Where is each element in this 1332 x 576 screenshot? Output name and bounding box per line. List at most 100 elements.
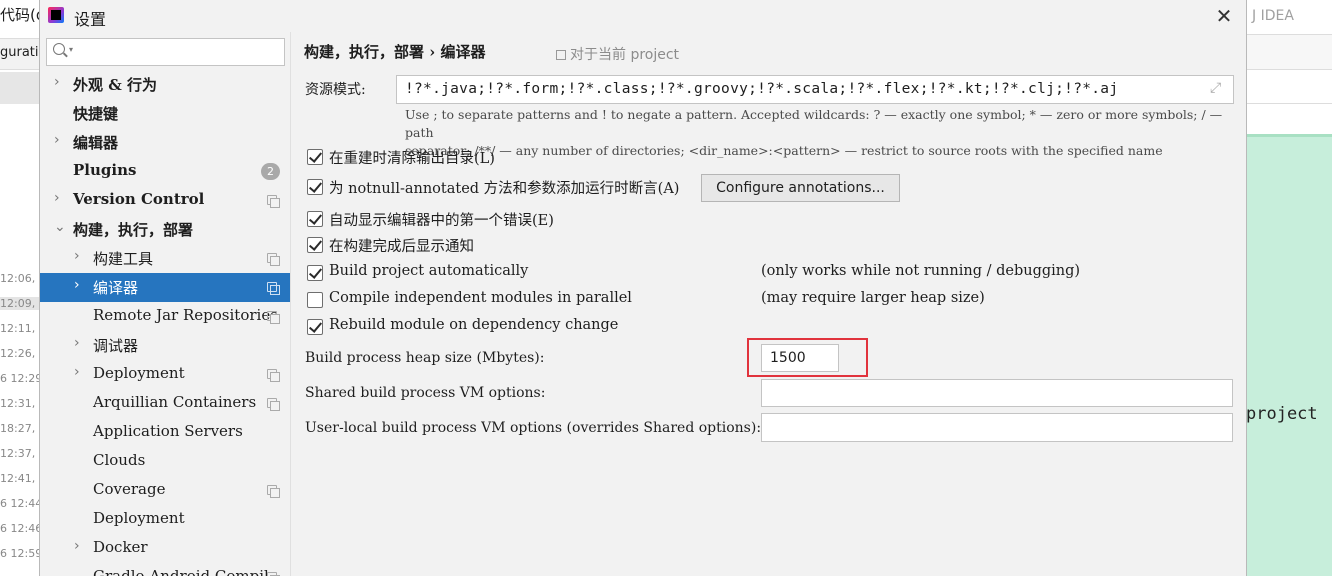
background-tab-text: 代码(d (0, 6, 39, 24)
configure-annotations-button[interactable]: Configure annotations... (701, 174, 900, 202)
project-scope-icon (267, 282, 280, 295)
background-timestamp: 12:41, 7 (0, 472, 39, 485)
sidebar-item-label: Plugins (73, 161, 137, 179)
sidebar-item[interactable]: Arquillian Containers (40, 389, 290, 418)
heap-size-label: Build process heap size (Mbytes): (305, 350, 545, 366)
sidebar-item[interactable]: ⌄ 构建，执行，部署 (40, 215, 290, 244)
background-timestamp: 6 12:59, (0, 547, 39, 560)
sidebar-item[interactable]: Clouds (40, 447, 290, 476)
project-scope-icon (267, 253, 280, 266)
settings-dialog: 设置 ✕ ▾ › 外观 & 行为 快捷键 › 编辑器 Plugins 2 › Version C… (39, 0, 1247, 576)
sidebar-item[interactable]: › 调试器 (40, 331, 290, 360)
sidebar-item[interactable]: Application Servers (40, 418, 290, 447)
checkbox-label: Rebuild module on dependency change (329, 317, 619, 333)
chevron-right-icon[interactable]: › (74, 248, 80, 264)
checkbox[interactable] (307, 319, 323, 335)
background-timestamp: 12:26, 1 (0, 347, 39, 360)
chevron-right-icon[interactable]: › (54, 190, 60, 206)
background-timestamp: 12:06, 4 (0, 272, 39, 285)
project-scope-icon (267, 369, 280, 382)
background-timestamp: 12:31, 9 (0, 397, 39, 410)
sidebar-item[interactable]: Gradle-Android Compil (40, 563, 290, 576)
checkbox[interactable] (307, 149, 323, 165)
local-vm-options-label: User-local build process VM options (ove… (305, 420, 762, 436)
chevron-right-icon[interactable]: › (74, 364, 80, 380)
sidebar-item-label: Application Servers (93, 422, 243, 440)
settings-sidebar: ▾ › 外观 & 行为 快捷键 › 编辑器 Plugins 2 › Version Contro… (40, 32, 291, 576)
sidebar-item[interactable]: › 编辑器 (40, 128, 290, 157)
heap-size-input[interactable]: 1500 (761, 344, 839, 372)
compiler-settings-panel: 构建，执行，部署 › 编译器 对于当前 project 资源模式: !?*.ja… (292, 32, 1246, 576)
sidebar-item[interactable]: Deployment (40, 505, 290, 534)
project-scope-icon (267, 311, 280, 324)
sidebar-item-label: Arquillian Containers (93, 393, 257, 411)
sidebar-item[interactable]: › 编译器 (40, 273, 290, 302)
chevron-right-icon[interactable]: › (54, 74, 60, 90)
checkbox-label: 在构建完成后显示通知 (329, 239, 474, 255)
dialog-title: 设置 (74, 10, 107, 29)
background-timestamp: 6 12:46, (0, 522, 39, 535)
chevron-right-icon[interactable]: › (54, 132, 60, 148)
background-toolbar (1246, 34, 1332, 70)
project-scope-icon (267, 572, 280, 576)
sidebar-item[interactable]: › 构建工具 (40, 244, 290, 273)
sidebar-item-label: 调试器 (93, 337, 139, 355)
sidebar-item[interactable]: › 外观 & 行为 (40, 70, 290, 99)
close-button[interactable]: ✕ (1210, 2, 1238, 30)
resource-patterns-input[interactable]: !?*.java;!?*.form;!?*.class;!?*.groovy;!… (396, 75, 1234, 104)
hint-line: Use ; to separate patterns and ! to nega… (405, 107, 1223, 140)
sidebar-item-label: 外观 & 行为 (73, 76, 157, 94)
chevron-right-icon[interactable]: › (74, 335, 80, 351)
shared-vm-options-label: Shared build process VM options: (305, 385, 546, 401)
chevron-right-icon[interactable]: › (74, 277, 80, 293)
checkbox-label: 自动显示编辑器中的第一个错误(E) (329, 213, 554, 229)
update-count-badge: 2 (261, 163, 280, 180)
sidebar-item[interactable]: › Deployment (40, 360, 290, 389)
option-note: (may require larger heap size) (761, 290, 985, 306)
breadcrumb: 构建，执行，部署 › 编译器 (304, 43, 486, 61)
chevron-down-icon[interactable]: ⌄ (54, 219, 66, 235)
checkbox[interactable] (307, 265, 323, 281)
sidebar-item[interactable]: › Docker (40, 534, 290, 563)
sidebar-item[interactable]: › Version Control (40, 186, 290, 215)
checkbox[interactable] (307, 179, 323, 195)
chevron-right-icon[interactable]: › (74, 538, 80, 554)
hint-line: separator; /**/ — any number of director… (405, 143, 1163, 158)
local-vm-options-input[interactable] (761, 413, 1233, 442)
sidebar-item[interactable]: Remote Jar Repositories (40, 302, 290, 331)
background-window-title: J IDEA (1252, 8, 1294, 24)
chevron-down-icon: ▾ (69, 45, 74, 54)
checkbox[interactable] (307, 211, 323, 227)
background-tabbar (1246, 70, 1332, 104)
shared-vm-options-input[interactable] (761, 379, 1233, 407)
dialog-titlebar[interactable]: 设置 ✕ (40, 0, 1246, 32)
checkbox-label: Build project automatically (329, 263, 529, 279)
checkbox[interactable] (307, 237, 323, 253)
sidebar-item-label: Deployment (93, 509, 185, 527)
sidebar-item-label: 构建工具 (93, 250, 154, 268)
expand-icon[interactable]: ⤢ (1210, 80, 1228, 98)
background-timestamp: 12:37, 1 (0, 447, 39, 460)
sidebar-item-label: Remote Jar Repositories (93, 306, 278, 324)
checkbox-label: Compile independent modules in parallel (329, 290, 632, 306)
background-toolbar-text: guration (0, 38, 39, 70)
sidebar-item-label: 快捷键 (73, 105, 119, 123)
background-timestamp: 18:27, 8 (0, 422, 39, 435)
background-timestamp: 12:11, 1 (0, 322, 39, 335)
background-right-pane: J IDEA project (1246, 0, 1332, 576)
sidebar-item[interactable]: Coverage (40, 476, 290, 505)
resource-patterns-label: 资源模式: (305, 82, 366, 98)
sidebar-item[interactable]: Plugins 2 (40, 157, 290, 186)
sidebar-item[interactable]: 快捷键 (40, 99, 290, 128)
background-diff-area (1246, 134, 1332, 576)
checkbox-label: 为 notnull-annotated 方法和参数添加运行时断言(A) (329, 181, 680, 197)
background-code-text: project (1246, 404, 1318, 424)
project-scope-icon (556, 50, 566, 60)
background-band (0, 72, 39, 104)
sidebar-item-label: Version Control (73, 190, 205, 208)
project-scope-icon (267, 398, 280, 411)
settings-search-input[interactable]: ▾ (46, 38, 285, 66)
intellij-app-icon (48, 7, 64, 23)
checkbox[interactable] (307, 292, 323, 308)
sidebar-item-label: 构建，执行，部署 (73, 221, 194, 239)
